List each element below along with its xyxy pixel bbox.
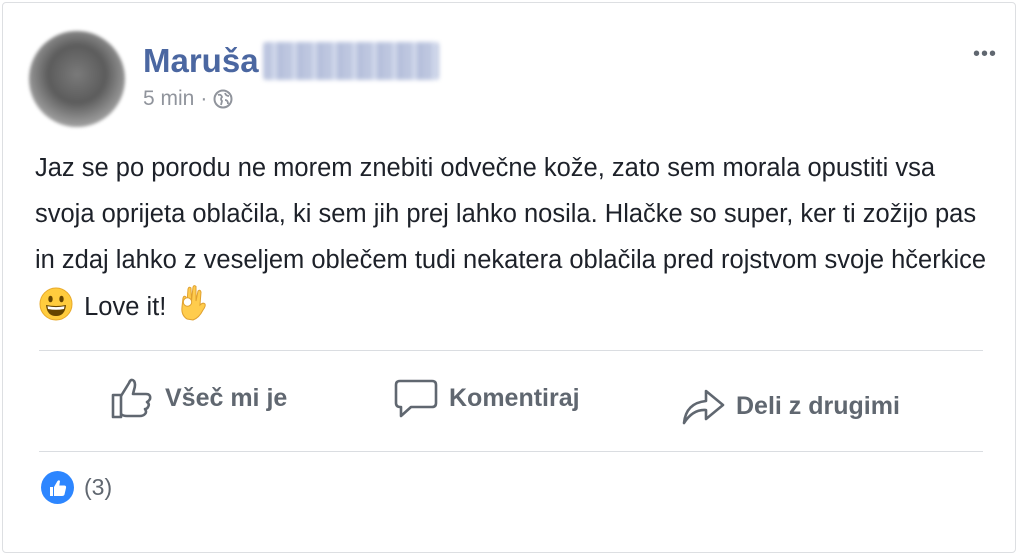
divider-bottom [39,451,983,452]
action-bar: Všeč mi je Komentiraj Deli z drugimi [39,353,983,453]
grinning-face-icon [39,287,73,336]
share-arrow-icon [682,389,725,425]
comment-label: Komentiraj [449,383,580,412]
post-meta: 5 min · [143,87,233,111]
author-surname-redacted [262,42,439,80]
reaction-summary[interactable]: (3) [41,471,112,504]
like-label: Všeč mi je [165,383,288,412]
ok-hand-icon [177,283,209,336]
meta-separator: · [200,87,208,110]
reaction-count: (3) [84,474,113,500]
thumbs-up-icon [41,471,74,504]
thumbs-up-outline-icon [111,378,152,419]
more-options-icon[interactable]: ••• [973,43,997,66]
comment-button[interactable]: Komentiraj [393,375,580,421]
post-text: Jaz se po porodu ne morem znebiti odvečn… [35,145,995,336]
share-button[interactable]: Deli z drugimi [680,383,900,429]
author-row: Maruša [143,39,439,83]
comment-bubble-icon [394,379,438,418]
share-label: Deli z drugimi [736,391,900,420]
post-text-main: Jaz se po porodu ne morem znebiti odvečn… [35,154,987,274]
avatar[interactable] [29,31,125,127]
post-text-suffix: Love it! [84,293,167,321]
post-card: Maruša 5 min · ••• Jaz se po porodu ne m… [2,2,1016,553]
author-name[interactable]: Maruša [143,42,259,80]
like-button[interactable]: Všeč mi je [109,375,287,421]
globe-icon[interactable] [213,89,233,109]
divider-top [39,350,983,351]
post-timestamp[interactable]: 5 min [143,87,194,111]
